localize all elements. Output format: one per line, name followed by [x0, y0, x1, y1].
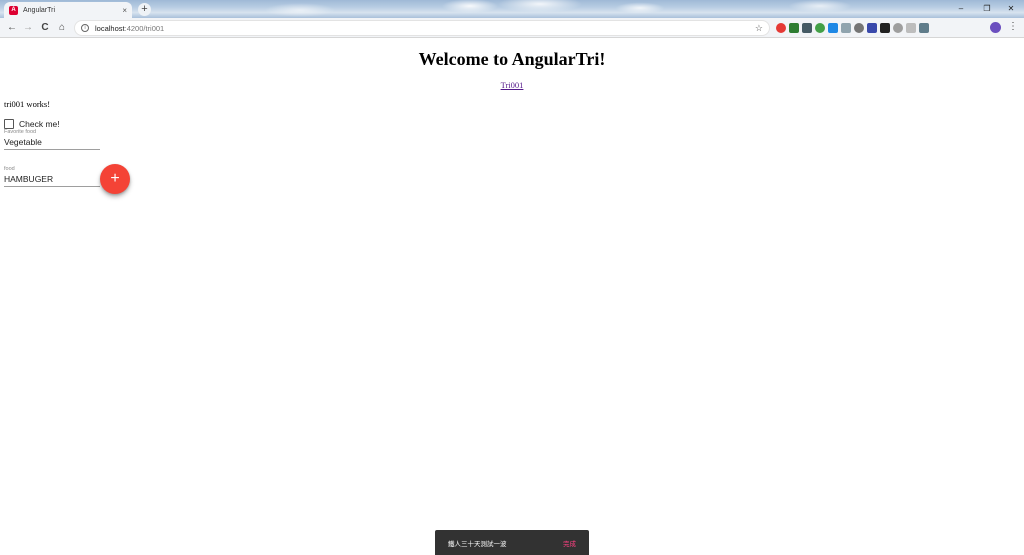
favorite-food-label: Favorite food: [4, 129, 37, 135]
address-bar[interactable]: i localhost:4200/tri001 ☆: [74, 20, 770, 36]
close-window-button[interactable]: ✕: [998, 0, 1024, 16]
extension-icon[interactable]: [854, 23, 864, 33]
favorite-food-input[interactable]: Vegetable: [4, 136, 100, 149]
plus-icon: +: [110, 170, 120, 187]
forward-button[interactable]: →: [21, 21, 35, 35]
extension-icon[interactable]: [880, 23, 890, 33]
extension-icon[interactable]: [802, 23, 812, 33]
restore-button[interactable]: ❐: [974, 0, 1000, 16]
url-path: :4200/tri001: [124, 23, 165, 33]
browser-menu-icon[interactable]: ⋮: [1008, 21, 1018, 33]
new-tab-button[interactable]: +: [138, 3, 151, 16]
home-button[interactable]: ⌂: [55, 21, 69, 35]
checkbox-label: Check me!: [19, 118, 60, 129]
bookmark-star-icon[interactable]: ☆: [755, 23, 763, 34]
snackbar: 鐵人三十天測試一波 完成: [435, 530, 589, 555]
tab-title: AngularTri: [23, 6, 56, 14]
extensions-area: [776, 22, 929, 34]
snackbar-message: 鐵人三十天測試一波: [448, 539, 507, 548]
extension-icon[interactable]: [893, 23, 903, 33]
add-fab-button[interactable]: +: [100, 164, 130, 194]
tab-close-icon[interactable]: ×: [122, 6, 127, 15]
back-button[interactable]: ←: [5, 21, 19, 35]
food-input[interactable]: HAMBUGER: [4, 173, 100, 186]
food-label: food: [4, 166, 15, 172]
favorite-food-field[interactable]: Favorite food Vegetable: [4, 129, 100, 150]
browser-tab[interactable]: A AngularTri ×: [4, 2, 132, 18]
extension-icon[interactable]: [841, 23, 851, 33]
browser-toolbar: ← → C ⌂ i localhost:4200/tri001 ☆ ⋮: [0, 18, 1024, 38]
titlebar-background: [0, 0, 1024, 18]
extension-icon[interactable]: [828, 23, 838, 33]
extension-icon[interactable]: [867, 23, 877, 33]
profile-avatar[interactable]: [990, 22, 1001, 33]
minimize-button[interactable]: –: [948, 0, 974, 16]
food-field[interactable]: food HAMBUGER: [4, 166, 100, 187]
tri001-link[interactable]: Tri001: [0, 80, 1024, 90]
page-title: Welcome to AngularTri!: [418, 49, 606, 69]
snackbar-action-button[interactable]: 完成: [563, 538, 576, 548]
extension-icon[interactable]: [789, 23, 799, 33]
check-me-checkbox[interactable]: Check me!: [4, 118, 60, 129]
title-bar: A AngularTri × + – ❐ ✕: [0, 0, 1024, 18]
url-host: localhost: [95, 23, 125, 33]
site-info-icon[interactable]: i: [81, 24, 89, 32]
page-content: Welcome to AngularTri! Tri001 tri001 wor…: [0, 39, 1024, 555]
extension-icon[interactable]: [815, 23, 825, 33]
extension-icon[interactable]: [906, 23, 916, 33]
extension-icon[interactable]: [919, 23, 929, 33]
component-text: tri001 works!: [4, 99, 51, 109]
extension-icon[interactable]: [776, 23, 786, 33]
angular-favicon-icon: A: [9, 5, 18, 15]
checkbox-box[interactable]: [4, 118, 14, 129]
reload-button[interactable]: C: [38, 21, 52, 35]
